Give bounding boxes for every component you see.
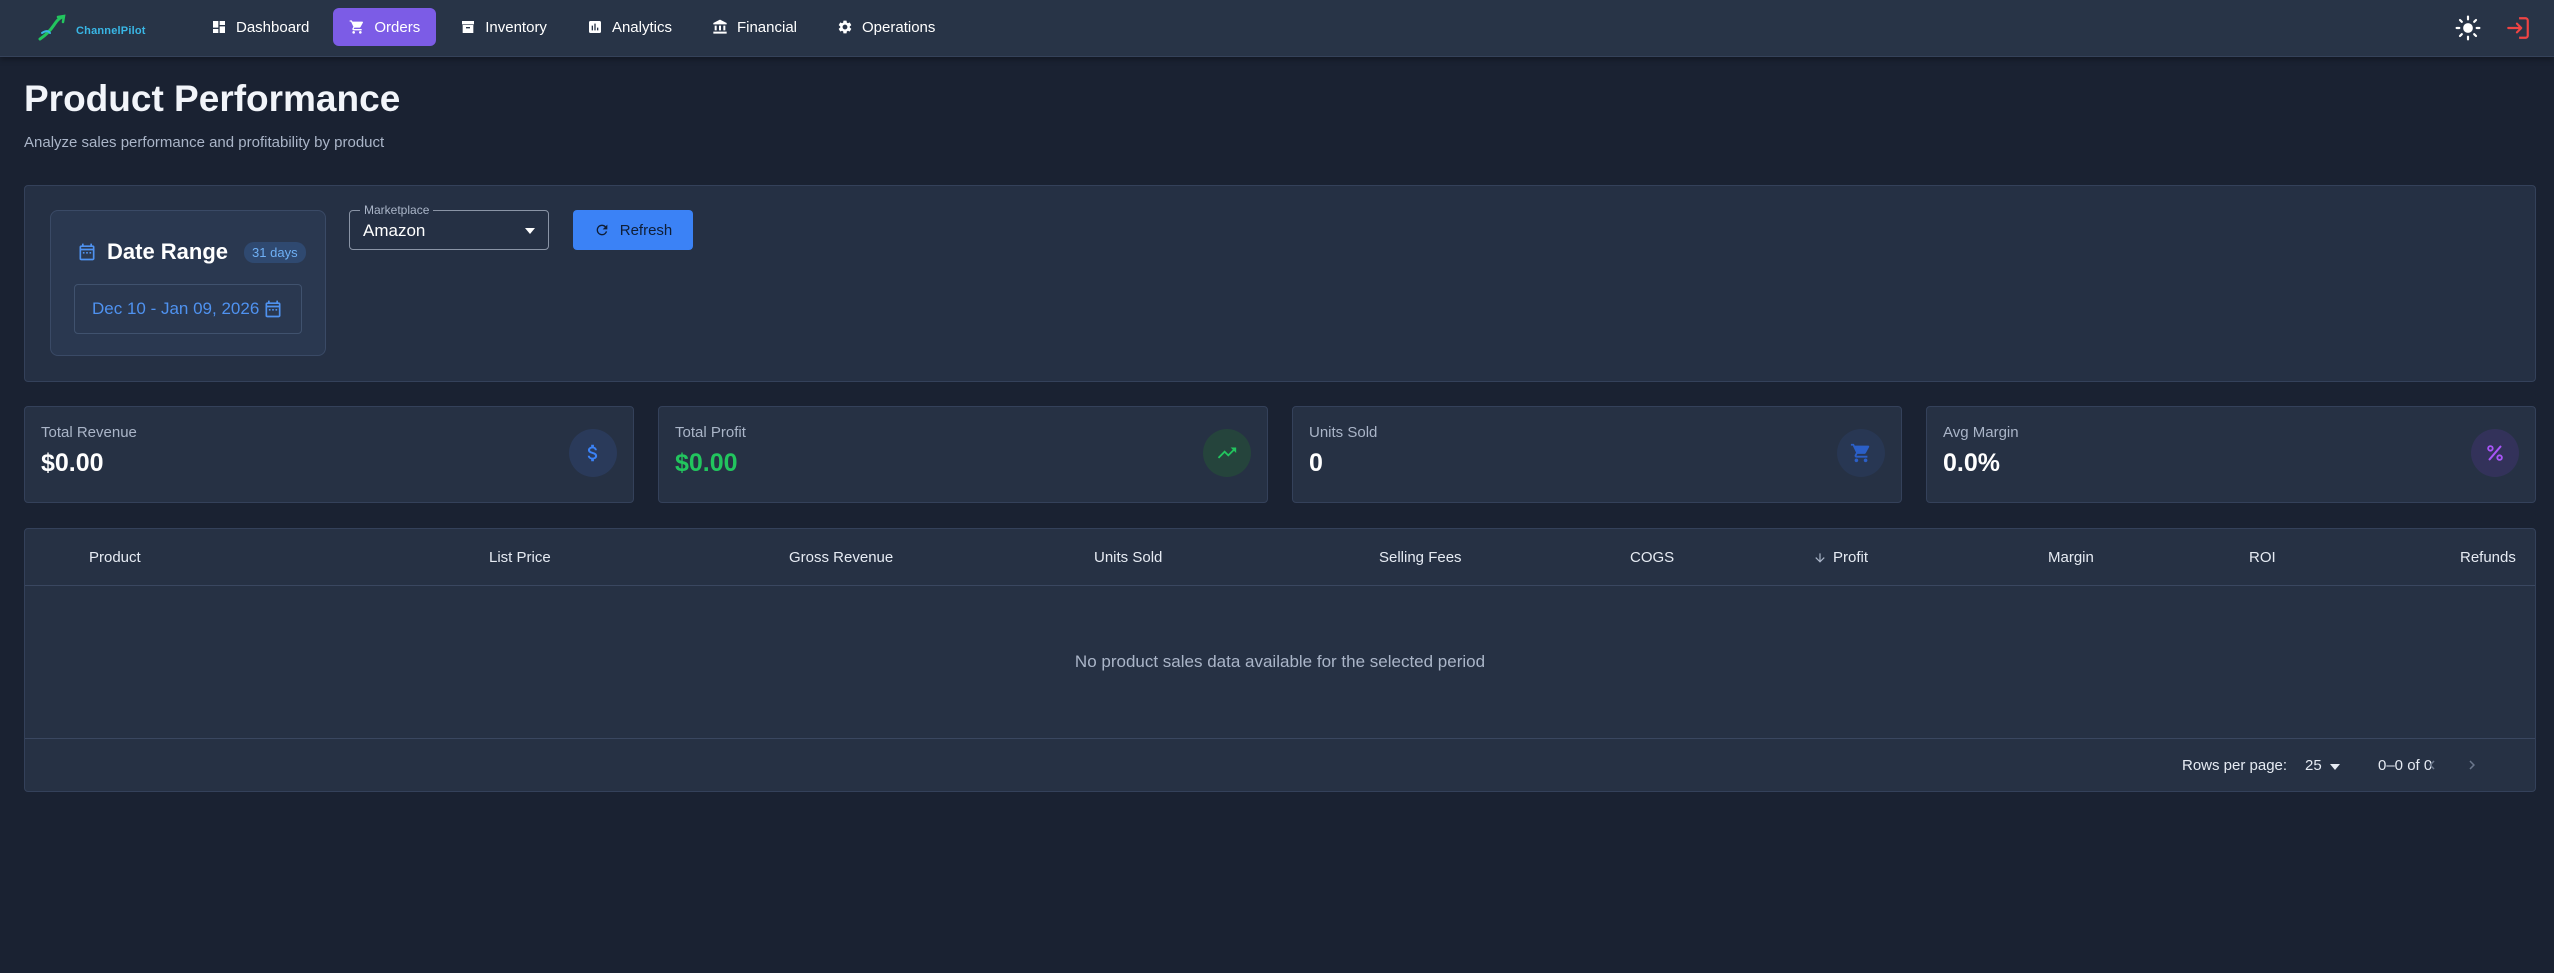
- archive-icon: [462, 21, 475, 33]
- cart-icon: [1850, 443, 1870, 463]
- table-pagination: Rows per page: 25 0–0 of 0: [25, 739, 2535, 792]
- nav-label: Orders: [374, 18, 421, 36]
- marketplace-label: Marketplace: [360, 203, 434, 217]
- date-range-title: Date Range: [107, 239, 229, 264]
- nav-label: Dashboard: [236, 18, 310, 36]
- date-range-header: Date Range 31 days: [77, 239, 306, 265]
- table-header: Product List Price Gross Revenue Units S…: [25, 529, 2535, 586]
- chevron-left-icon: [2429, 760, 2435, 770]
- nav-dashboard[interactable]: Dashboard: [195, 8, 325, 46]
- column-header-profit[interactable]: Profit: [1813, 549, 1868, 566]
- nav-label: Analytics: [611, 18, 672, 36]
- next-page-button[interactable]: [2460, 753, 2484, 777]
- date-range-picker[interactable]: Dec 10 - Jan 09, 2026: [74, 284, 302, 334]
- sun-icon: [2455, 15, 2481, 41]
- main-nav: Dashboard Orders Inventory Analytics Fin…: [195, 8, 951, 46]
- column-header-margin[interactable]: Margin: [2048, 549, 2094, 566]
- refresh-label: Refresh: [619, 221, 673, 239]
- days-badge: 31 days: [244, 241, 306, 263]
- chevron-down-icon[interactable]: [2330, 764, 2340, 770]
- stat-label: Avg Margin: [1943, 424, 2019, 441]
- top-navbar: ChannelPilot Dashboard Orders Inventory …: [0, 0, 2554, 57]
- column-header-cogs[interactable]: COGS: [1630, 549, 1674, 566]
- page-subtitle: Analyze sales performance and profitabil…: [24, 134, 385, 151]
- previous-page-button[interactable]: [2420, 753, 2444, 777]
- stat-label: Total Profit: [675, 424, 746, 441]
- nav-analytics[interactable]: Analytics: [571, 8, 688, 46]
- stat-value: $0.00: [41, 449, 104, 477]
- chevron-right-icon: [2469, 760, 2475, 770]
- nav-orders[interactable]: Orders: [333, 8, 437, 46]
- empty-state-message: No product sales data available for the …: [25, 586, 2535, 739]
- date-range-card: Date Range 31 days Dec 10 - Jan 09, 2026: [50, 210, 326, 356]
- stat-icon-wrap: [1203, 429, 1251, 477]
- arrow-down-icon: [1815, 552, 1825, 563]
- nav-inventory[interactable]: Inventory: [444, 8, 563, 46]
- column-header-product[interactable]: Product: [89, 549, 141, 566]
- marketplace-value: Amazon: [363, 221, 426, 240]
- rows-per-page-label: Rows per page:: [2182, 757, 2288, 774]
- column-header-refunds[interactable]: Refunds: [2460, 549, 2516, 566]
- percent-icon: [2487, 445, 2503, 461]
- column-header-selling-fees[interactable]: Selling Fees: [1379, 549, 1462, 566]
- trending-up-icon: [1217, 447, 1237, 459]
- column-header-label: Profit: [1833, 549, 1869, 566]
- stat-value: 0: [1309, 449, 1323, 477]
- column-header-gross-revenue[interactable]: Gross Revenue: [789, 549, 893, 566]
- filter-panel: Date Range 31 days Dec 10 - Jan 09, 2026…: [24, 185, 2536, 382]
- dashboard-icon: [213, 21, 225, 33]
- rows-per-page-select[interactable]: 25: [2305, 757, 2322, 774]
- calendar-icon: [265, 300, 281, 318]
- stat-card-avg-margin: Avg Margin 0.0%: [1926, 406, 2536, 503]
- stat-card-total-revenue: Total Revenue $0.00: [24, 406, 634, 503]
- bank-icon: [713, 19, 727, 34]
- refresh-icon: [596, 224, 608, 236]
- calendar-icon: [79, 243, 95, 261]
- theme-toggle-button[interactable]: [2455, 15, 2481, 41]
- nav-operations[interactable]: Operations: [821, 8, 951, 46]
- logo-text: ChannelPilot: [76, 25, 146, 37]
- column-header-list-price[interactable]: List Price: [489, 549, 551, 566]
- nav-label: Financial: [736, 18, 797, 36]
- stat-value: 0.0%: [1943, 449, 2000, 477]
- stat-icon-wrap: [569, 429, 617, 477]
- date-range-value: Dec 10 - Jan 09, 2026: [92, 299, 260, 318]
- product-table: Product List Price Gross Revenue Units S…: [24, 528, 2536, 792]
- cart-icon: [350, 20, 364, 34]
- stat-value: $0.00: [675, 449, 738, 477]
- logo-icon: [38, 14, 66, 41]
- chevron-down-icon: [525, 228, 535, 234]
- refresh-button[interactable]: Refresh: [573, 210, 693, 250]
- stat-label: Total Revenue: [41, 424, 137, 441]
- stat-card-units-sold: Units Sold 0: [1292, 406, 1902, 503]
- page-title: Product Performance: [24, 78, 401, 119]
- dollar-icon: [587, 444, 598, 462]
- marketplace-select[interactable]: Marketplace Amazon: [349, 203, 549, 250]
- nav-label: Operations: [862, 18, 936, 36]
- stat-label: Units Sold: [1309, 424, 1378, 441]
- app-logo[interactable]: ChannelPilot: [36, 10, 146, 46]
- logout-icon: [2507, 17, 2529, 39]
- logout-button[interactable]: [2505, 15, 2531, 41]
- analytics-icon: [588, 21, 601, 33]
- column-header-roi[interactable]: ROI: [2249, 549, 2276, 566]
- stat-card-total-profit: Total Profit $0.00: [658, 406, 1268, 503]
- nav-label: Inventory: [485, 18, 547, 36]
- stat-icon-wrap: [1837, 429, 1885, 477]
- column-header-units-sold[interactable]: Units Sold: [1094, 549, 1162, 566]
- nav-financial[interactable]: Financial: [696, 8, 813, 46]
- gear-icon: [838, 20, 852, 34]
- stat-icon-wrap: [2471, 429, 2519, 477]
